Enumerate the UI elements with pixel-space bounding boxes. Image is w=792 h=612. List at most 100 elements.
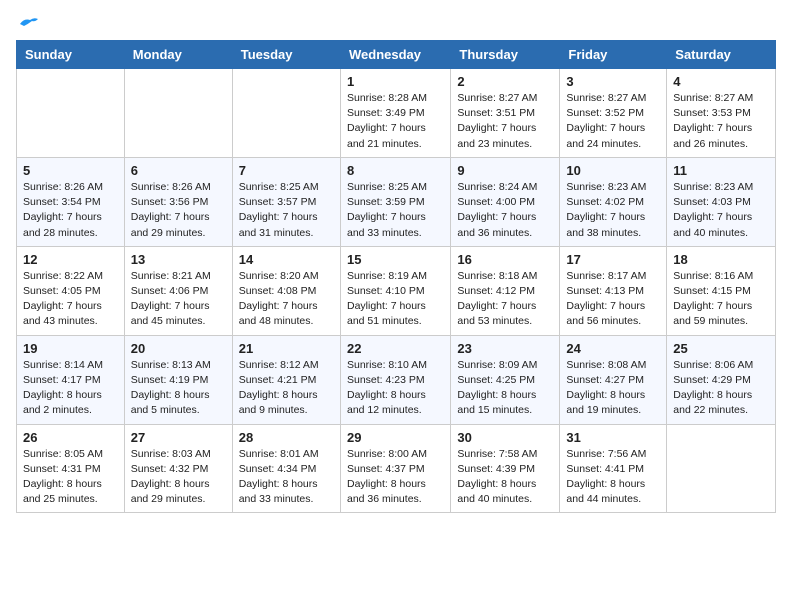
cell-content: Sunrise: 8:12 AM Sunset: 4:21 PM Dayligh…	[239, 358, 334, 419]
calendar-week-row: 1 Sunrise: 8:28 AM Sunset: 3:49 PM Dayli…	[17, 69, 776, 158]
sunrise-text: Sunrise: 8:25 AM	[239, 181, 319, 193]
sunset-text: Sunset: 4:37 PM	[347, 463, 425, 475]
day-number: 18	[673, 252, 769, 267]
daylight-text: Daylight: 7 hours and 53 minutes.	[457, 300, 536, 327]
day-number: 16	[457, 252, 553, 267]
weekday-header: Tuesday	[232, 41, 340, 69]
cell-content: Sunrise: 8:16 AM Sunset: 4:15 PM Dayligh…	[673, 269, 769, 330]
sunset-text: Sunset: 4:05 PM	[23, 285, 101, 297]
cell-content: Sunrise: 8:17 AM Sunset: 4:13 PM Dayligh…	[566, 269, 660, 330]
day-number: 13	[131, 252, 226, 267]
calendar-cell: 19 Sunrise: 8:14 AM Sunset: 4:17 PM Dayl…	[17, 335, 125, 424]
weekday-header: Sunday	[17, 41, 125, 69]
sunset-text: Sunset: 4:34 PM	[239, 463, 317, 475]
cell-content: Sunrise: 8:28 AM Sunset: 3:49 PM Dayligh…	[347, 91, 444, 152]
day-number: 12	[23, 252, 118, 267]
sunset-text: Sunset: 4:21 PM	[239, 374, 317, 386]
sunset-text: Sunset: 3:57 PM	[239, 196, 317, 208]
calendar-week-row: 19 Sunrise: 8:14 AM Sunset: 4:17 PM Dayl…	[17, 335, 776, 424]
sunset-text: Sunset: 3:54 PM	[23, 196, 101, 208]
sunrise-text: Sunrise: 8:08 AM	[566, 359, 646, 371]
sunset-text: Sunset: 3:53 PM	[673, 107, 751, 119]
day-number: 17	[566, 252, 660, 267]
cell-content: Sunrise: 8:21 AM Sunset: 4:06 PM Dayligh…	[131, 269, 226, 330]
day-number: 6	[131, 163, 226, 178]
calendar-cell	[667, 424, 776, 513]
daylight-text: Daylight: 8 hours and 12 minutes.	[347, 389, 426, 416]
sunrise-text: Sunrise: 8:17 AM	[566, 270, 646, 282]
sunset-text: Sunset: 3:49 PM	[347, 107, 425, 119]
calendar-cell: 16 Sunrise: 8:18 AM Sunset: 4:12 PM Dayl…	[451, 246, 560, 335]
daylight-text: Daylight: 7 hours and 28 minutes.	[23, 211, 102, 238]
cell-content: Sunrise: 8:27 AM Sunset: 3:52 PM Dayligh…	[566, 91, 660, 152]
day-number: 20	[131, 341, 226, 356]
day-number: 3	[566, 74, 660, 89]
sunset-text: Sunset: 4:12 PM	[457, 285, 535, 297]
cell-content: Sunrise: 8:26 AM Sunset: 3:54 PM Dayligh…	[23, 180, 118, 241]
day-number: 2	[457, 74, 553, 89]
sunset-text: Sunset: 4:08 PM	[239, 285, 317, 297]
weekday-header: Saturday	[667, 41, 776, 69]
sunrise-text: Sunrise: 8:00 AM	[347, 448, 427, 460]
day-number: 28	[239, 430, 334, 445]
cell-content: Sunrise: 8:26 AM Sunset: 3:56 PM Dayligh…	[131, 180, 226, 241]
daylight-text: Daylight: 7 hours and 23 minutes.	[457, 122, 536, 149]
cell-content: Sunrise: 8:18 AM Sunset: 4:12 PM Dayligh…	[457, 269, 553, 330]
page-header	[16, 16, 776, 28]
cell-content: Sunrise: 8:22 AM Sunset: 4:05 PM Dayligh…	[23, 269, 118, 330]
weekday-header: Friday	[560, 41, 667, 69]
day-number: 8	[347, 163, 444, 178]
sunrise-text: Sunrise: 8:09 AM	[457, 359, 537, 371]
sunrise-text: Sunrise: 8:14 AM	[23, 359, 103, 371]
weekday-header-row: SundayMondayTuesdayWednesdayThursdayFrid…	[17, 41, 776, 69]
day-number: 24	[566, 341, 660, 356]
day-number: 22	[347, 341, 444, 356]
sunset-text: Sunset: 4:13 PM	[566, 285, 644, 297]
day-number: 11	[673, 163, 769, 178]
day-number: 27	[131, 430, 226, 445]
sunrise-text: Sunrise: 8:10 AM	[347, 359, 427, 371]
cell-content: Sunrise: 8:10 AM Sunset: 4:23 PM Dayligh…	[347, 358, 444, 419]
sunrise-text: Sunrise: 8:18 AM	[457, 270, 537, 282]
day-number: 26	[23, 430, 118, 445]
sunrise-text: Sunrise: 7:58 AM	[457, 448, 537, 460]
calendar-cell: 13 Sunrise: 8:21 AM Sunset: 4:06 PM Dayl…	[124, 246, 232, 335]
weekday-header: Thursday	[451, 41, 560, 69]
daylight-text: Daylight: 7 hours and 21 minutes.	[347, 122, 426, 149]
daylight-text: Daylight: 7 hours and 26 minutes.	[673, 122, 752, 149]
sunset-text: Sunset: 4:41 PM	[566, 463, 644, 475]
day-number: 1	[347, 74, 444, 89]
sunrise-text: Sunrise: 8:26 AM	[23, 181, 103, 193]
daylight-text: Daylight: 8 hours and 9 minutes.	[239, 389, 318, 416]
calendar-cell: 17 Sunrise: 8:17 AM Sunset: 4:13 PM Dayl…	[560, 246, 667, 335]
daylight-text: Daylight: 8 hours and 29 minutes.	[131, 478, 210, 505]
cell-content: Sunrise: 8:08 AM Sunset: 4:27 PM Dayligh…	[566, 358, 660, 419]
calendar-cell: 8 Sunrise: 8:25 AM Sunset: 3:59 PM Dayli…	[340, 157, 450, 246]
calendar-cell	[232, 69, 340, 158]
calendar-cell: 2 Sunrise: 8:27 AM Sunset: 3:51 PM Dayli…	[451, 69, 560, 158]
day-number: 15	[347, 252, 444, 267]
logo-bird-icon	[18, 16, 40, 32]
sunrise-text: Sunrise: 8:27 AM	[566, 92, 646, 104]
day-number: 21	[239, 341, 334, 356]
cell-content: Sunrise: 8:01 AM Sunset: 4:34 PM Dayligh…	[239, 447, 334, 508]
cell-content: Sunrise: 8:23 AM Sunset: 4:03 PM Dayligh…	[673, 180, 769, 241]
cell-content: Sunrise: 7:58 AM Sunset: 4:39 PM Dayligh…	[457, 447, 553, 508]
daylight-text: Daylight: 7 hours and 59 minutes.	[673, 300, 752, 327]
sunrise-text: Sunrise: 8:12 AM	[239, 359, 319, 371]
day-number: 31	[566, 430, 660, 445]
calendar-cell: 6 Sunrise: 8:26 AM Sunset: 3:56 PM Dayli…	[124, 157, 232, 246]
daylight-text: Daylight: 8 hours and 19 minutes.	[566, 389, 645, 416]
sunset-text: Sunset: 4:31 PM	[23, 463, 101, 475]
sunset-text: Sunset: 4:39 PM	[457, 463, 535, 475]
daylight-text: Daylight: 7 hours and 33 minutes.	[347, 211, 426, 238]
sunrise-text: Sunrise: 8:22 AM	[23, 270, 103, 282]
logo	[16, 16, 42, 28]
sunrise-text: Sunrise: 8:13 AM	[131, 359, 211, 371]
sunset-text: Sunset: 4:17 PM	[23, 374, 101, 386]
weekday-header: Monday	[124, 41, 232, 69]
daylight-text: Daylight: 7 hours and 43 minutes.	[23, 300, 102, 327]
calendar-cell: 4 Sunrise: 8:27 AM Sunset: 3:53 PM Dayli…	[667, 69, 776, 158]
daylight-text: Daylight: 7 hours and 24 minutes.	[566, 122, 645, 149]
calendar-cell: 7 Sunrise: 8:25 AM Sunset: 3:57 PM Dayli…	[232, 157, 340, 246]
